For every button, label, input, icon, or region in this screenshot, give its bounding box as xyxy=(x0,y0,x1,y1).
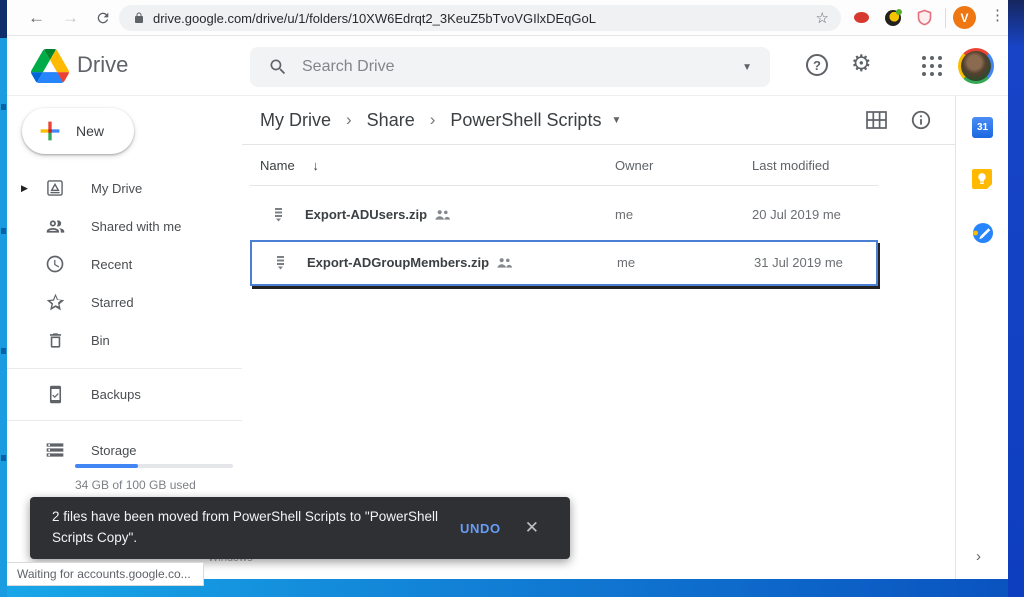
breadcrumb: My Drive › Share › PowerShell Scripts ▼ xyxy=(260,96,621,144)
calendar-icon[interactable]: 31 xyxy=(972,117,993,138)
sidebar-item-label: Bin xyxy=(91,333,110,348)
help-icon[interactable]: ? xyxy=(806,54,828,76)
folder-menu-caret-icon[interactable]: ▼ xyxy=(611,115,621,126)
browser-refresh-icon[interactable] xyxy=(95,9,111,33)
search-icon xyxy=(268,57,288,77)
backups-icon xyxy=(43,385,67,404)
people-icon xyxy=(43,216,67,237)
url-text: drive.google.com/drive/u/1/folders/10XW6… xyxy=(153,11,816,26)
grid-view-icon[interactable] xyxy=(866,111,887,134)
sidebar-item-bin[interactable]: Bin xyxy=(7,321,242,359)
storage-icon xyxy=(43,440,67,460)
storage-progress-bar xyxy=(75,464,233,468)
star-icon xyxy=(43,292,67,313)
breadcrumb-current-folder[interactable]: PowerShell Scripts xyxy=(450,110,601,131)
sidebar-item-starred[interactable]: Starred xyxy=(7,283,242,321)
storage-progress-fill xyxy=(75,464,138,468)
file-modified: 20 Jul 2019 me xyxy=(752,207,841,222)
file-modified: 31 Jul 2019 me xyxy=(754,255,843,270)
browser-forward-icon[interactable]: → xyxy=(62,6,79,30)
chevron-right-icon: › xyxy=(430,110,436,130)
sidebar-item-label: My Drive xyxy=(91,181,142,196)
browser-back-icon[interactable]: ← xyxy=(28,6,45,30)
extension-icon-1[interactable] xyxy=(854,12,869,23)
zip-file-icon xyxy=(274,255,287,276)
extension-icon-2[interactable] xyxy=(885,10,901,26)
file-list: Name ↓ Owner Last modified Export-ADUser… xyxy=(250,152,878,286)
toast-notification: 2 files have been moved from PowerShell … xyxy=(30,497,570,559)
sidebar-divider xyxy=(7,368,242,369)
column-header-modified[interactable]: Last modified xyxy=(752,158,829,173)
search-options-caret-icon[interactable]: ▼ xyxy=(742,62,752,73)
clock-icon xyxy=(43,254,67,274)
breadcrumb-my-drive[interactable]: My Drive xyxy=(260,110,331,131)
sidebar-item-my-drive[interactable]: ▶ My Drive xyxy=(7,169,242,207)
file-row[interactable]: Export-ADUsers.zip me 20 Jul 2019 me xyxy=(250,192,878,238)
breadcrumb-bar: My Drive › Share › PowerShell Scripts ▼ xyxy=(242,96,955,145)
bookmark-star-icon[interactable]: ☆ xyxy=(816,9,829,27)
address-bar[interactable]: drive.google.com/drive/u/1/folders/10XW6… xyxy=(119,5,841,31)
file-row-selected[interactable]: Export-ADGroupMembers.zip me 31 Jul 2019… xyxy=(250,240,878,286)
search-input[interactable] xyxy=(302,58,742,76)
sort-descending-icon[interactable]: ↓ xyxy=(312,158,319,173)
browser-status-text: Waiting for accounts.google.co... xyxy=(7,562,204,586)
storage-usage-text: 34 GB of 100 GB used xyxy=(75,478,196,492)
shared-people-icon xyxy=(435,209,450,220)
chevron-right-icon: › xyxy=(346,110,352,130)
file-name: Export-ADGroupMembers.zip xyxy=(307,255,512,270)
sidebar-item-backups[interactable]: Backups xyxy=(7,375,242,413)
sidebar-divider xyxy=(7,420,242,421)
browser-profile-avatar[interactable]: V xyxy=(953,6,976,29)
app-title: Drive xyxy=(77,52,128,78)
shared-people-icon xyxy=(497,257,512,268)
column-header-owner[interactable]: Owner xyxy=(615,158,653,173)
browser-toolbar: ← → drive.google.com/drive/u/1/folders/1… xyxy=(7,0,1008,36)
search-bar[interactable]: ▼ xyxy=(250,47,770,87)
sidebar-item-label: Storage xyxy=(91,443,137,458)
file-owner: me xyxy=(615,207,633,222)
desktop-edge-left xyxy=(0,0,7,597)
zip-file-icon xyxy=(272,207,285,228)
side-panel: 31 › xyxy=(955,96,1008,580)
keep-icon[interactable] xyxy=(972,169,992,194)
new-button-label: New xyxy=(76,123,104,139)
sidebar-item-label: Starred xyxy=(91,295,134,310)
toolbar-divider xyxy=(945,8,946,28)
drive-logo-icon[interactable] xyxy=(31,49,69,88)
tasks-icon[interactable] xyxy=(972,222,994,249)
extension-shield-icon[interactable] xyxy=(917,9,932,31)
settings-gear-icon[interactable]: ⚙ xyxy=(851,50,872,77)
file-name: Export-ADUsers.zip xyxy=(305,207,450,222)
browser-menu-icon[interactable]: ⋮ xyxy=(990,6,1005,24)
plus-icon xyxy=(37,118,63,144)
expand-arrow-icon[interactable]: ▶ xyxy=(21,183,35,194)
new-button[interactable]: New xyxy=(22,108,134,154)
drive-header: Drive ▼ ? ⚙ xyxy=(7,37,1008,96)
google-drive-window: ← → drive.google.com/drive/u/1/folders/1… xyxy=(0,0,1024,597)
google-apps-grid-icon[interactable] xyxy=(922,56,942,76)
trash-icon xyxy=(43,331,67,350)
collapse-panel-chevron-icon[interactable]: › xyxy=(976,548,981,565)
lock-icon xyxy=(133,12,145,24)
list-header: Name ↓ Owner Last modified xyxy=(250,152,878,186)
undo-button[interactable]: UNDO xyxy=(460,521,501,536)
my-drive-icon xyxy=(43,178,67,198)
sidebar-item-label: Shared with me xyxy=(91,219,181,234)
sidebar-item-shared-with-me[interactable]: Shared with me xyxy=(7,207,242,245)
breadcrumb-share[interactable]: Share xyxy=(367,110,415,131)
toast-message: 2 files have been moved from PowerShell … xyxy=(52,507,444,549)
column-header-name[interactable]: Name ↓ xyxy=(260,158,319,173)
sidebar-item-label: Backups xyxy=(91,387,141,402)
sidebar-item-recent[interactable]: Recent xyxy=(7,245,242,283)
sidebar-item-label: Recent xyxy=(91,257,132,272)
file-owner: me xyxy=(617,255,635,270)
info-icon[interactable] xyxy=(910,109,932,136)
close-icon[interactable]: ✕ xyxy=(525,518,539,538)
desktop-edge-right xyxy=(1008,0,1024,597)
account-avatar[interactable] xyxy=(958,48,994,84)
